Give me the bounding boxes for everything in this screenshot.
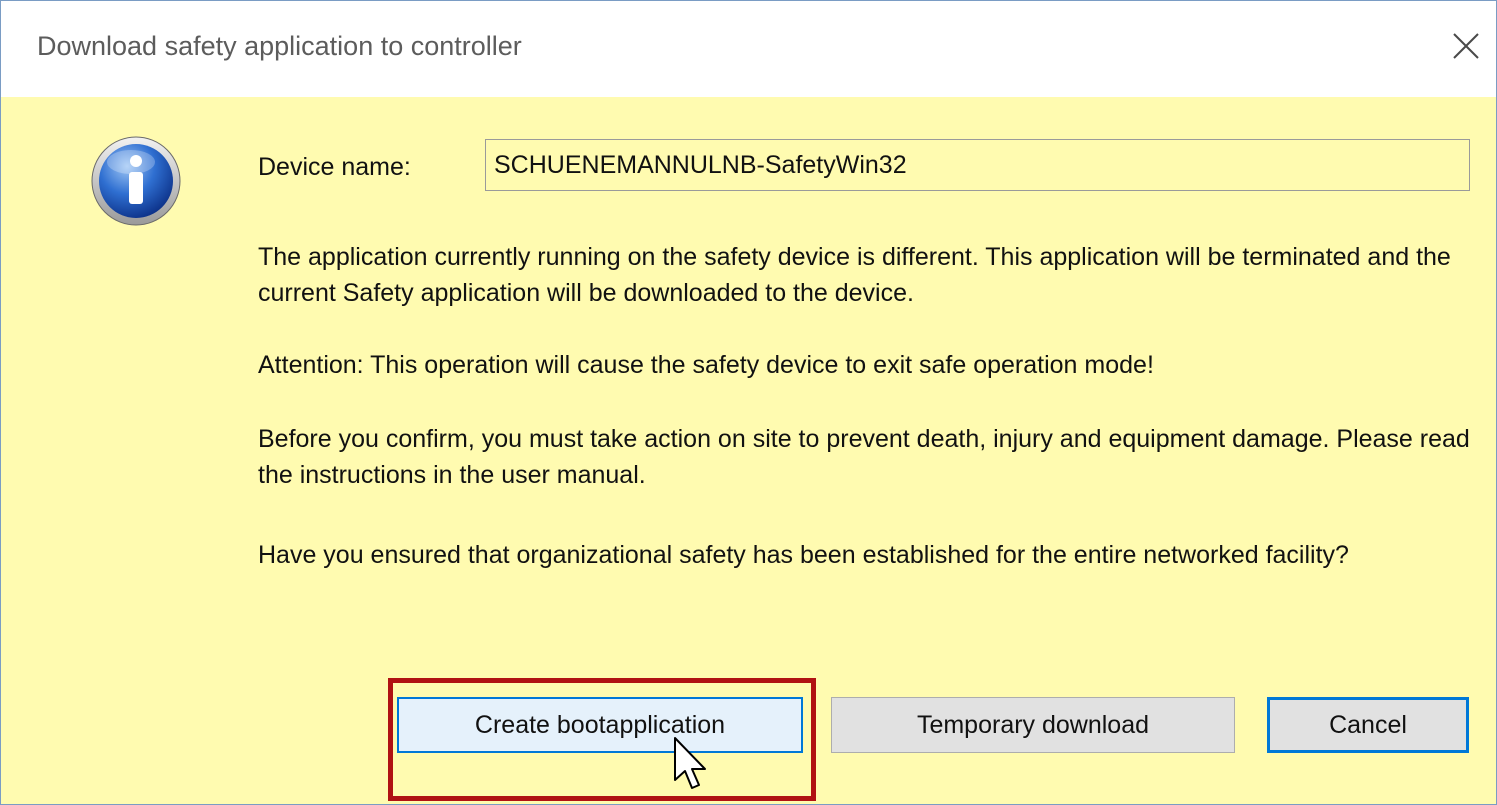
message-terminate: The application currently running on the… [258,243,1451,307]
message-confirm-question: Have you ensured that organizational saf… [258,541,1349,569]
info-icon [91,136,181,226]
title-bar: Download safety application to controlle… [1,1,1496,97]
device-name-field[interactable] [485,139,1470,191]
create-bootapplication-button[interactable]: Create bootapplication [397,697,803,753]
message-attention: Attention: This operation will cause the… [258,351,1154,379]
temporary-download-button[interactable]: Temporary download [831,697,1235,753]
device-name-label: Device name: [258,153,411,181]
close-icon[interactable] [1449,29,1483,63]
cancel-button[interactable]: Cancel [1267,697,1469,753]
dialog-title: Download safety application to controlle… [37,31,522,61]
download-dialog: Download safety application to controlle… [0,0,1497,805]
message-action-required: Before you confirm, you must take action… [258,425,1470,489]
